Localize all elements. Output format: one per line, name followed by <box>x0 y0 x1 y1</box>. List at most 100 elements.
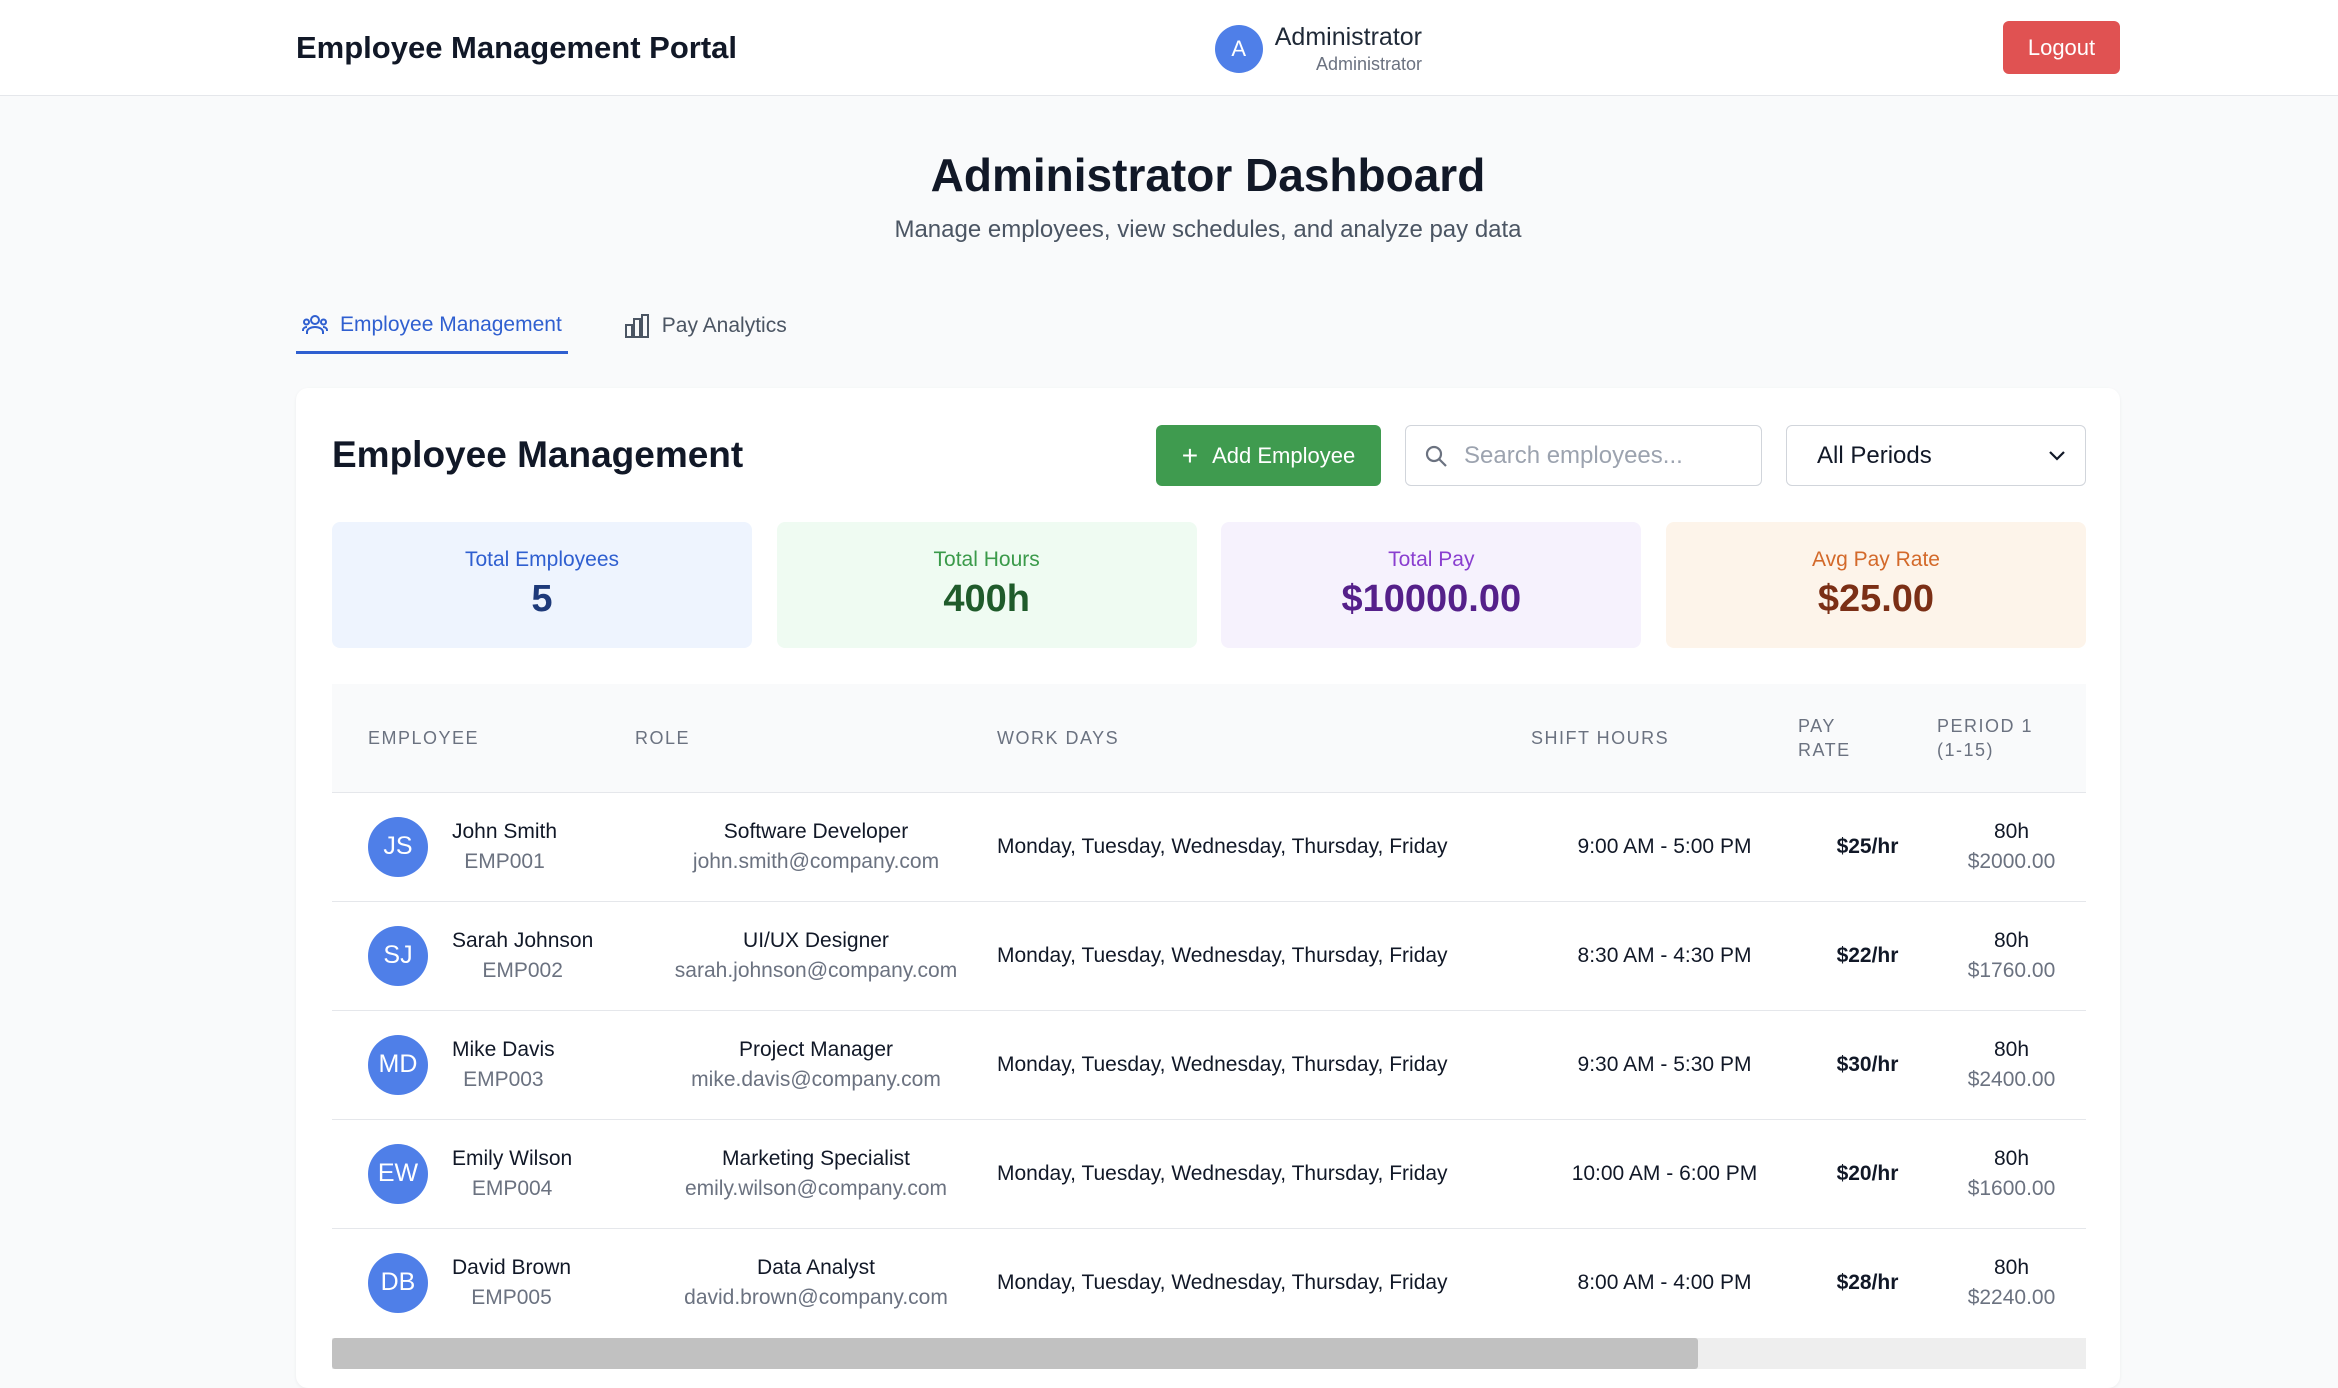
employee-name: Emily Wilson <box>452 1146 573 1170</box>
col-header-shift-hours-label: Shift Hours <box>1531 727 1670 748</box>
app-title: Employee Management Portal <box>296 30 738 65</box>
employee-work-days: Monday, Tuesday, Wednesday, Thursday, Fr… <box>997 1052 1448 1076</box>
stat-label: Total Hours <box>933 548 1040 571</box>
period-pay: $2400.00 <box>1967 1067 2056 1091</box>
employee-name: Mike Davis <box>452 1037 555 1061</box>
user-role: Administrator <box>1315 54 1422 74</box>
stats-row: Total Employees 5 Total Hours 400h Total… <box>332 522 2086 648</box>
employee-email: sarah.johnson@company.com <box>674 958 958 982</box>
employee-email: david.brown@company.com <box>684 1285 948 1309</box>
users-icon <box>302 314 328 334</box>
page-subtitle: Manage employees, view schedules, and an… <box>894 216 1522 243</box>
period-hours: 80h <box>1993 819 2030 843</box>
stat-total-hours: Total Hours 400h <box>776 522 1197 648</box>
stat-value: 5 <box>531 578 553 620</box>
tab-bar: Employee Management Pay Analytics <box>296 298 793 354</box>
employee-shift: 10:00 AM - 6:00 PM <box>1571 1161 1758 1185</box>
stat-label: Avg Pay Rate <box>1811 548 1940 571</box>
tab-label: Employee Management <box>340 312 562 336</box>
employee-work-days: Monday, Tuesday, Wednesday, Thursday, Fr… <box>997 943 1448 967</box>
employee-email: emily.wilson@company.com <box>684 1176 948 1200</box>
stat-label: Total Employees <box>464 548 620 571</box>
period-select-value: All Periods <box>1817 441 1932 469</box>
employee-panel: Employee Management + Add Employee All P… <box>296 388 2120 1388</box>
employee-id: EMP003 <box>463 1067 544 1091</box>
employee-name: John Smith <box>452 819 558 843</box>
employee-id: EMP005 <box>471 1285 552 1309</box>
stat-total-employees: Total Employees 5 <box>332 522 752 648</box>
col-header-period-line1: Period 1 <box>1937 715 2034 736</box>
employee-avatar: MD <box>368 1034 428 1095</box>
search-icon <box>1425 445 1447 467</box>
scrollbar-thumb[interactable] <box>332 1338 1698 1369</box>
search-input[interactable] <box>1464 441 1744 470</box>
period-hours: 80h <box>1993 1255 2030 1279</box>
employee-pay-rate: $25/hr <box>1836 834 1899 858</box>
tab-employee-management[interactable]: Employee Management <box>296 298 568 354</box>
table-row[interactable]: SJ Sarah Johnson EMP002 UI/UX Designer sara… <box>332 901 2086 1010</box>
employee-email: john.smith@company.com <box>692 849 940 873</box>
employee-pay-rate: $20/hr <box>1836 1161 1899 1185</box>
employee-id: EMP004 <box>471 1176 553 1200</box>
user-info: A Administrator Administrator <box>1214 22 1422 76</box>
col-header-role[interactable]: Role <box>635 684 997 792</box>
table-row[interactable]: MD Mike Davis EMP003 Project Manager mike.d… <box>332 1010 2086 1119</box>
period-hours: 80h <box>1993 1037 2030 1061</box>
period-pay: $1760.00 <box>1967 958 2056 982</box>
employee-table: Employee Role Work Days Shift Hours Pay R… <box>332 684 2086 1337</box>
horizontal-scrollbar[interactable] <box>332 1338 2086 1369</box>
tab-label: Pay Analytics <box>661 314 787 337</box>
employee-avatar: JS <box>368 816 428 877</box>
logout-button[interactable]: Logout <box>2003 21 2120 74</box>
chevron-down-icon <box>2049 450 2065 461</box>
employee-role: UI/UX Designer <box>743 928 889 952</box>
employee-pay-rate: $30/hr <box>1836 1052 1899 1076</box>
period-pay: $1600.00 <box>1967 1176 2056 1200</box>
table-row[interactable]: DB David Brown EMP005 Data Analyst david.br… <box>332 1228 2086 1337</box>
stat-value: $25.00 <box>1817 578 1935 620</box>
bar-chart-icon <box>624 314 649 338</box>
employee-shift: 8:30 AM - 4:30 PM <box>1577 943 1752 967</box>
search-box[interactable] <box>1405 425 1762 486</box>
col-header-pay-rate-line1: Pay <box>1798 715 1836 736</box>
employee-pay-rate: $22/hr <box>1836 943 1899 967</box>
top-navbar: Employee Management Portal A Administrat… <box>0 0 2338 96</box>
col-header-pay-rate[interactable]: Pay Rate <box>1798 684 1937 792</box>
employee-role: Software Developer <box>723 819 909 843</box>
user-avatar: A <box>1214 25 1263 73</box>
employee-shift: 8:00 AM - 4:00 PM <box>1577 1270 1752 1294</box>
employee-name: Sarah Johnson <box>452 928 594 952</box>
table-row[interactable]: EW Emily Wilson EMP004 Marketing Specialis… <box>332 1119 2086 1228</box>
user-name: Administrator <box>1274 23 1422 51</box>
page-title: Administrator Dashboard <box>930 149 1486 201</box>
stat-total-pay: Total Pay $10000.00 <box>1221 522 1642 648</box>
employee-role: Marketing Specialist <box>722 1146 910 1170</box>
table-row[interactable]: JS John Smith EMP001 Software Developer joh… <box>332 792 2086 901</box>
employee-work-days: Monday, Tuesday, Wednesday, Thursday, Fr… <box>997 1270 1448 1294</box>
employee-work-days: Monday, Tuesday, Wednesday, Thursday, Fr… <box>997 1161 1448 1185</box>
col-header-period-1[interactable]: Period 1 (1-15) <box>1937 684 2086 792</box>
period-select[interactable]: All Periods <box>1786 425 2086 486</box>
stat-value: $10000.00 <box>1341 578 1522 620</box>
period-hours: 80h <box>1993 1146 2030 1170</box>
panel-title: Employee Management <box>332 434 744 475</box>
employee-avatar: EW <box>368 1143 428 1204</box>
period-hours: 80h <box>1993 928 2030 952</box>
period-pay: $2240.00 <box>1967 1285 2056 1309</box>
employee-email: mike.davis@company.com <box>691 1067 941 1091</box>
employee-table-container: Employee Role Work Days Shift Hours Pay R… <box>332 684 2086 1354</box>
employee-name: David Brown <box>452 1255 572 1279</box>
col-header-work-days[interactable]: Work Days <box>997 684 1531 792</box>
stat-value: 400h <box>943 578 1030 620</box>
tab-pay-analytics[interactable]: Pay Analytics <box>618 298 793 354</box>
employee-id: EMP001 <box>464 849 545 873</box>
employee-role: Project Manager <box>738 1037 894 1061</box>
col-header-shift-hours[interactable]: Shift Hours <box>1531 684 1798 792</box>
employee-id: EMP002 <box>482 958 563 982</box>
col-header-period-line2: (1-15) <box>1937 739 1995 760</box>
col-header-employee[interactable]: Employee <box>332 684 635 792</box>
add-employee-button[interactable]: + Add Employee <box>1156 425 1381 486</box>
employee-role: Data Analyst <box>757 1255 875 1279</box>
period-pay: $2000.00 <box>1967 849 2056 873</box>
stat-label: Total Pay <box>1388 548 1475 571</box>
